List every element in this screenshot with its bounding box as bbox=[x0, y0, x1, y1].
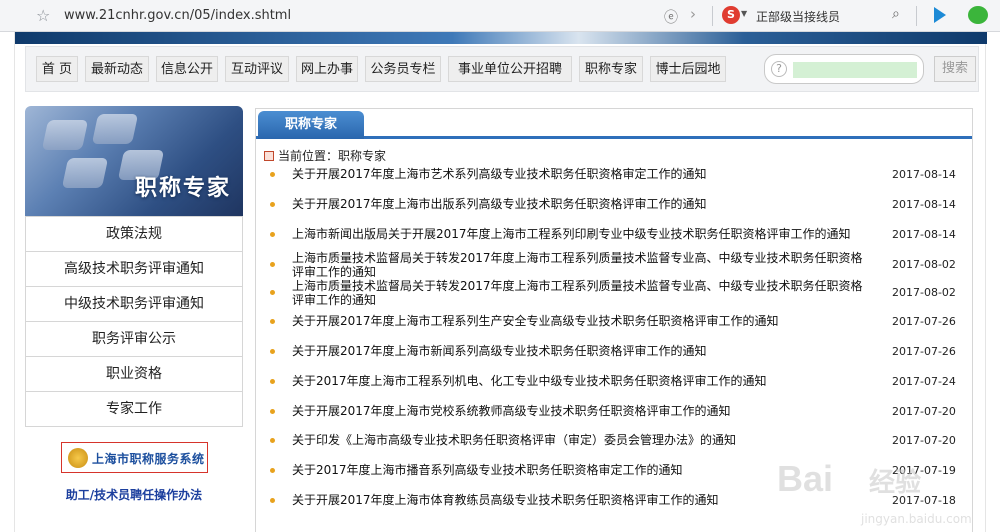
watermark-text: 经验 bbox=[869, 468, 922, 498]
compat-mode-icon[interactable]: ⓔ bbox=[664, 7, 678, 27]
forward-chevron-icon[interactable]: › bbox=[690, 5, 696, 23]
browser-search-input[interactable]: 正部级当接线员 bbox=[756, 8, 840, 25]
bullet-icon bbox=[270, 379, 275, 384]
bullet-icon bbox=[270, 290, 275, 295]
nav-home[interactable]: 首 页 bbox=[36, 56, 78, 82]
news-title-link[interactable]: 上海市质量技术监督局关于转发2017年度上海市工程系列质量技术监督专业高、中级专… bbox=[292, 251, 872, 279]
news-date: 2017-08-14 bbox=[892, 168, 956, 181]
news-date: 2017-08-02 bbox=[892, 258, 956, 271]
title-service-system-link[interactable]: 上海市职称服务系统 bbox=[61, 442, 208, 473]
help-icon: ? bbox=[771, 61, 787, 77]
sogou-search-icon[interactable]: S bbox=[722, 6, 740, 24]
breadcrumb: 当前位置：职称专家 bbox=[264, 147, 386, 164]
news-date: 2017-08-14 bbox=[892, 198, 956, 211]
news-title-link[interactable]: 关于2017年度上海市工程系列机电、化工专业中级专业技术职务任职资格评审工作的通… bbox=[292, 374, 872, 388]
site-search-input[interactable] bbox=[793, 62, 917, 78]
browser-toolbar: ☆ www.21cnhr.gov.cn/05/index.shtml ⓔ › S… bbox=[0, 0, 1000, 32]
nav-title-experts[interactable]: 职称专家 bbox=[579, 56, 643, 82]
nav-online-service[interactable]: 网上办事 bbox=[296, 56, 358, 82]
tab-title-experts[interactable]: 职称专家 bbox=[258, 111, 364, 139]
sidebar-item-review-announcement[interactable]: 职务评审公示 bbox=[26, 321, 242, 356]
play-icon[interactable] bbox=[934, 7, 946, 23]
sidebar-banner-title: 职称专家 bbox=[134, 176, 231, 201]
bullet-icon bbox=[270, 409, 275, 414]
chat-icon[interactable] bbox=[968, 6, 988, 24]
nav-public-recruitment[interactable]: 事业单位公开招聘 bbox=[448, 56, 572, 82]
nav-latest-news[interactable]: 最新动态 bbox=[85, 56, 149, 82]
news-title-link[interactable]: 关于开展2017年度上海市艺术系列高级专业技术职务任职资格审定工作的通知 bbox=[292, 167, 872, 181]
bookmark-star-icon[interactable]: ☆ bbox=[36, 6, 50, 25]
news-date: 2017-07-20 bbox=[892, 434, 956, 447]
nav-civil-servant[interactable]: 公务员专栏 bbox=[365, 56, 441, 82]
bullet-icon bbox=[270, 232, 275, 237]
news-title-link[interactable]: 关于开展2017年度上海市工程系列生产安全专业高级专业技术职务任职资格评审工作的… bbox=[292, 314, 872, 328]
news-title-link[interactable]: 上海市新闻出版局关于开展2017年度上海市工程系列印刷专业中级专业技术职务任职资… bbox=[292, 227, 872, 241]
sidebar-item-expert-work[interactable]: 专家工作 bbox=[26, 391, 242, 426]
news-date: 2017-08-14 bbox=[892, 228, 956, 241]
site-container: 首 页 最新动态 信息公开 互动评议 网上办事 公务员专栏 事业单位公开招聘 职… bbox=[14, 32, 987, 532]
bullet-icon bbox=[270, 262, 275, 267]
nav-postdoc[interactable]: 博士后园地 bbox=[650, 56, 726, 82]
baidu-watermark: Bai 经验 jingyan.baidu.com bbox=[777, 458, 972, 532]
news-date: 2017-07-24 bbox=[892, 375, 956, 388]
toolbar-divider bbox=[916, 6, 917, 26]
toolbar-divider bbox=[712, 6, 713, 26]
search-icon[interactable]: ⌕ bbox=[892, 6, 900, 22]
left-sidebar: 职称专家 政策法规 高级技术职务评审通知 中级技术职务评审通知 职务评审公示 职… bbox=[25, 106, 243, 502]
news-title-link[interactable]: 关于印发《上海市高级专业技术职务任职资格评审（审定）委员会管理办法》的通知 bbox=[292, 433, 872, 447]
header-banner bbox=[15, 32, 987, 44]
watermark-url: jingyan.baidu.com bbox=[861, 512, 972, 526]
sidebar-menu: 政策法规 高级技术职务评审通知 中级技术职务评审通知 职务评审公示 职业资格 专… bbox=[25, 216, 243, 427]
watermark-brand: Bai bbox=[777, 458, 834, 499]
bullet-icon bbox=[270, 498, 275, 503]
news-date: 2017-08-02 bbox=[892, 286, 956, 299]
sidebar-item-policy[interactable]: 政策法规 bbox=[26, 216, 242, 251]
news-title-link[interactable]: 关于开展2017年度上海市新闻系列高级专业技术职务任职资格评审工作的通知 bbox=[292, 344, 872, 358]
chevron-down-icon[interactable]: ▼ bbox=[741, 9, 747, 18]
news-title-link[interactable]: 关于开展2017年度上海市出版系列高级专业技术职务任职资格评审工作的通知 bbox=[292, 197, 872, 211]
nav-interactive-review[interactable]: 互动评议 bbox=[225, 56, 289, 82]
bullet-icon bbox=[270, 349, 275, 354]
news-date: 2017-07-26 bbox=[892, 345, 956, 358]
address-bar[interactable]: www.21cnhr.gov.cn/05/index.shtml bbox=[64, 8, 291, 23]
news-title-link[interactable]: 上海市质量技术监督局关于转发2017年度上海市工程系列质量技术监督专业高、中级专… bbox=[292, 279, 872, 307]
search-button[interactable]: 搜索 bbox=[934, 56, 976, 82]
keyboard-key-graphic bbox=[41, 120, 89, 150]
news-date: 2017-07-20 bbox=[892, 405, 956, 418]
news-date: 2017-07-26 bbox=[892, 315, 956, 328]
news-title-link[interactable]: 关于开展2017年度上海市党校系统教师高级专业技术职务任职资格评审工作的通知 bbox=[292, 404, 872, 418]
bullet-icon bbox=[270, 468, 275, 473]
site-search-box: ? bbox=[764, 54, 924, 84]
bullet-icon bbox=[270, 202, 275, 207]
bullet-icon bbox=[270, 172, 275, 177]
sidebar-banner: 职称专家 bbox=[25, 106, 243, 216]
sidebar-item-senior-review[interactable]: 高级技术职务评审通知 bbox=[26, 251, 242, 286]
bullet-icon bbox=[270, 319, 275, 324]
gear-icon bbox=[68, 448, 88, 468]
main-nav: 首 页 最新动态 信息公开 互动评议 网上办事 公务员专栏 事业单位公开招聘 职… bbox=[25, 46, 979, 92]
service-logo-label: 上海市职称服务系统 bbox=[92, 452, 205, 466]
assistant-engineer-link[interactable]: 助工/技术员聘任操作办法 bbox=[25, 486, 243, 503]
breadcrumb-text: 当前位置：职称专家 bbox=[278, 149, 387, 163]
keyboard-key-graphic bbox=[91, 114, 139, 144]
bullet-icon bbox=[270, 438, 275, 443]
sidebar-item-qualification[interactable]: 职业资格 bbox=[26, 356, 242, 391]
main-tabbar: 职称专家 bbox=[256, 109, 972, 139]
sidebar-item-intermediate-review[interactable]: 中级技术职务评审通知 bbox=[26, 286, 242, 321]
nav-info-disclosure[interactable]: 信息公开 bbox=[156, 56, 218, 82]
location-icon bbox=[264, 151, 274, 161]
keyboard-key-graphic bbox=[61, 158, 109, 188]
